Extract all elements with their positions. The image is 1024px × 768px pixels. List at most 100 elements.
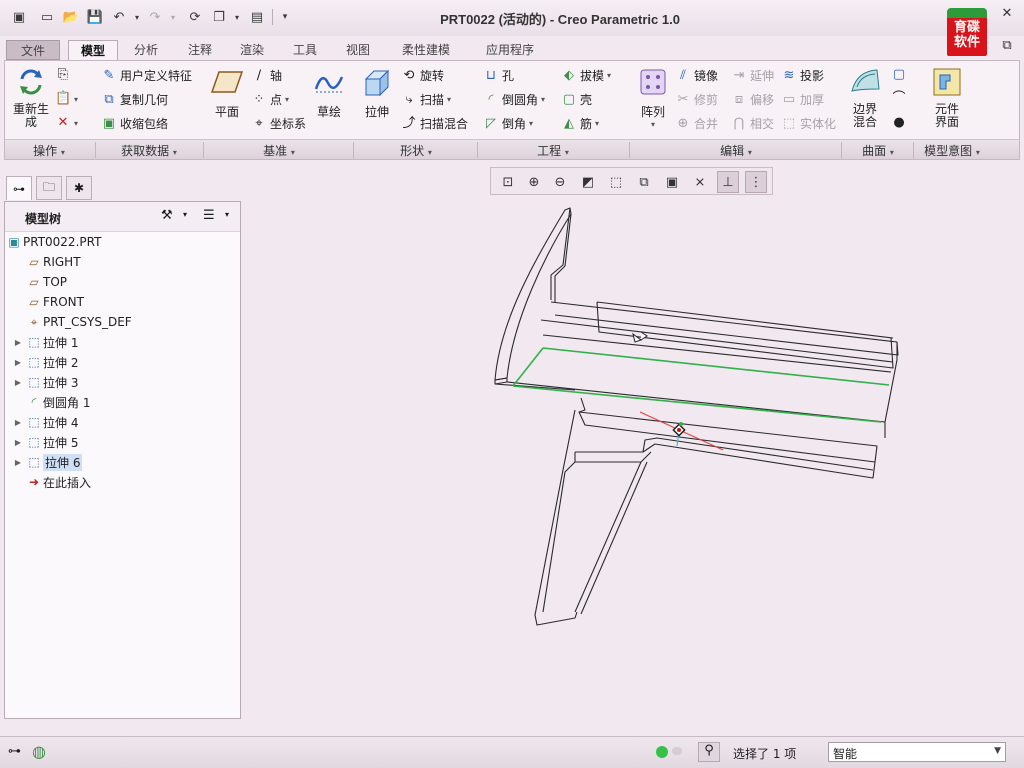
round-button[interactable]: ◜ 倒圆角 ▾ <box>483 91 545 108</box>
group-surfaces[interactable]: 曲面 ▾ <box>843 142 913 159</box>
expand-icon[interactable]: ▶ <box>11 378 25 387</box>
tree-item-round-1[interactable]: ◜ 倒圆角 1 <box>5 392 240 412</box>
thicken-button[interactable]: ▭ 加厚 <box>781 91 824 108</box>
expand-icon[interactable]: ▶ <box>11 338 25 347</box>
tab-annotate[interactable]: 注释 <box>178 40 222 60</box>
saved-views-icon[interactable]: ⧉ <box>633 171 655 193</box>
regenerate-icon[interactable]: ⟳ <box>186 8 204 26</box>
extend-button[interactable]: ⇥ 延伸 <box>731 67 774 84</box>
rib-button[interactable]: ◭ 筋 ▾ <box>561 115 599 132</box>
revolve-button[interactable]: ⟲ 旋转 <box>401 67 444 84</box>
customize-toolbar-icon[interactable]: ▾ <box>276 8 294 26</box>
tree-item-extrude-1[interactable]: ▶ ⬚ 拉伸 1 <box>5 332 240 352</box>
browser-toggle-icon[interactable]: ◍ <box>32 742 46 761</box>
show-icon[interactable]: ☰ <box>203 208 215 223</box>
save-icon[interactable]: 💾 <box>86 8 104 26</box>
tab-analysis[interactable]: 分析 <box>124 40 168 60</box>
tree-item-csys[interactable]: ⌖ PRT_CSYS_DEF <box>5 312 240 332</box>
point-button[interactable]: ⁘ 点 ▾ <box>251 91 289 108</box>
chamfer-button[interactable]: ◸ 倒角 ▾ <box>483 115 533 132</box>
tree-item-extrude-2[interactable]: ▶ ⬚ 拉伸 2 <box>5 352 240 372</box>
solidify-button[interactable]: ⬚ 实体化 <box>781 115 836 132</box>
swept-blend-button[interactable]: ⤴ 扫描混合 <box>401 115 468 132</box>
expand-icon[interactable]: ▶ <box>11 358 25 367</box>
group-shapes[interactable]: 形状 ▾ <box>355 142 477 159</box>
hole-button[interactable]: ⊔ 孔 <box>483 67 514 84</box>
model-tree-tab[interactable]: ⊶ <box>6 176 32 200</box>
repaint-icon[interactable]: ◩ <box>577 171 599 193</box>
boundary-blend-button[interactable]: 边界混合 <box>845 65 885 129</box>
tree-item-top[interactable]: ▱ TOP <box>5 272 240 292</box>
project-button[interactable]: ≋ 投影 <box>781 67 824 84</box>
pattern-button[interactable]: 阵列 ▾ <box>633 65 673 129</box>
selection-filter[interactable]: 智能 ▼ <box>828 742 1006 762</box>
expand-icon[interactable]: ▶ <box>11 458 25 467</box>
folder-browser-tab[interactable]: 🗀 <box>36 176 62 200</box>
tab-view[interactable]: 视图 <box>336 40 380 60</box>
tree-item-extrude-6[interactable]: ▶ ⬚ 拉伸 6 <box>5 452 240 472</box>
graphics-canvas[interactable] <box>245 200 1020 730</box>
regenerate-button[interactable]: 重新生成 <box>9 65 53 129</box>
style-button[interactable]: ▢ <box>891 67 907 83</box>
group-editing[interactable]: 编辑 ▾ <box>631 142 841 159</box>
open-icon[interactable]: 📂 <box>62 8 80 26</box>
copy-geom-button[interactable]: ⧉ 复制几何 <box>101 91 168 108</box>
tab-file[interactable]: 文件 <box>6 40 60 60</box>
shrinkwrap-button[interactable]: ▣ 收缩包络 <box>101 115 168 132</box>
redo-dropdown-icon[interactable]: ▾ <box>164 8 182 26</box>
spin-center-icon[interactable]: ⊥ <box>717 171 739 193</box>
app-icon[interactable]: ▣ <box>10 8 28 26</box>
tree-item-insert-here[interactable]: ➜ 在此插入 <box>5 472 240 492</box>
tree-item-extrude-4[interactable]: ▶ ⬚ 拉伸 4 <box>5 412 240 432</box>
close-button[interactable]: ✕ <box>996 6 1018 24</box>
refit-icon[interactable]: ⊡ <box>497 171 519 193</box>
annotation-display-icon[interactable]: ⋮ <box>745 171 767 193</box>
csys-button[interactable]: ⌖ 坐标系 <box>251 115 306 132</box>
windows-icon[interactable]: ❐ <box>210 8 228 26</box>
undo-icon[interactable]: ↶ <box>110 8 128 26</box>
tab-model[interactable]: 模型 <box>68 40 118 60</box>
group-engineering[interactable]: 工程 ▾ <box>479 142 627 159</box>
group-model-intent[interactable]: 模型意图 ▾ <box>915 142 989 159</box>
datum-display-icon[interactable]: ⨯ <box>689 171 711 193</box>
udf-button[interactable]: ✎ 用户定义特征 <box>101 67 192 84</box>
fill-button[interactable]: ● <box>891 115 907 131</box>
new-icon[interactable]: ▭ <box>38 8 56 26</box>
plane-button[interactable]: 平面 <box>207 65 247 120</box>
copy-button[interactable]: ⎘ <box>55 67 71 83</box>
show-dropdown-icon[interactable]: ▾ <box>225 210 229 219</box>
sketch-button[interactable]: 草绘 <box>309 65 349 120</box>
group-operations[interactable]: 操作 ▾ <box>5 142 93 159</box>
windows-dropdown-icon[interactable]: ▾ <box>228 8 246 26</box>
freestyle-button[interactable]: ⌒ <box>891 91 907 107</box>
tree-item-right[interactable]: ▱ RIGHT <box>5 252 240 272</box>
group-get-data[interactable]: 获取数据 ▾ <box>97 142 201 159</box>
paste-button[interactable]: 📋 ▾ <box>55 91 78 107</box>
group-datum[interactable]: 基准 ▾ <box>205 142 353 159</box>
settings-dropdown-icon[interactable]: ▾ <box>183 210 187 219</box>
extrude-button[interactable]: 拉伸 <box>357 65 397 120</box>
settings-icon[interactable]: ⚒ <box>161 208 173 223</box>
delete-button[interactable]: ✕ ▾ <box>55 115 78 131</box>
trim-button[interactable]: ✂ 修剪 <box>675 91 718 108</box>
shell-button[interactable]: ▢ 壳 <box>561 91 592 108</box>
draft-button[interactable]: ⬖ 拔模 ▾ <box>561 67 611 84</box>
close-window-icon[interactable]: ▤ <box>248 8 266 26</box>
find-icon[interactable]: ⚲ <box>698 742 720 762</box>
sweep-button[interactable]: ⤷ 扫描 ▾ <box>401 91 451 108</box>
axis-button[interactable]: ∕ 轴 <box>251 67 282 84</box>
view-manager-icon[interactable]: ▣ <box>661 171 683 193</box>
tab-render[interactable]: 渲染 <box>230 40 274 60</box>
mirror-button[interactable]: ⫽ 镜像 <box>675 67 718 84</box>
redo-icon[interactable]: ↷ <box>146 8 164 26</box>
tree-item-extrude-3[interactable]: ▶ ⬚ 拉伸 3 <box>5 372 240 392</box>
merge-button[interactable]: ⊕ 合并 <box>675 115 718 132</box>
zoom-in-icon[interactable]: ⊕ <box>523 171 545 193</box>
expand-icon[interactable]: ▶ <box>11 438 25 447</box>
tab-flexible-modeling[interactable]: 柔性建模 <box>390 40 462 60</box>
offset-button[interactable]: ⧈ 偏移 <box>731 91 774 108</box>
tree-item-extrude-5[interactable]: ▶ ⬚ 拉伸 5 <box>5 432 240 452</box>
favorites-tab[interactable]: ✱ <box>66 176 92 200</box>
display-style-icon[interactable]: ⬚ <box>605 171 627 193</box>
tree-toggle-icon[interactable]: ⊶ <box>8 744 21 759</box>
